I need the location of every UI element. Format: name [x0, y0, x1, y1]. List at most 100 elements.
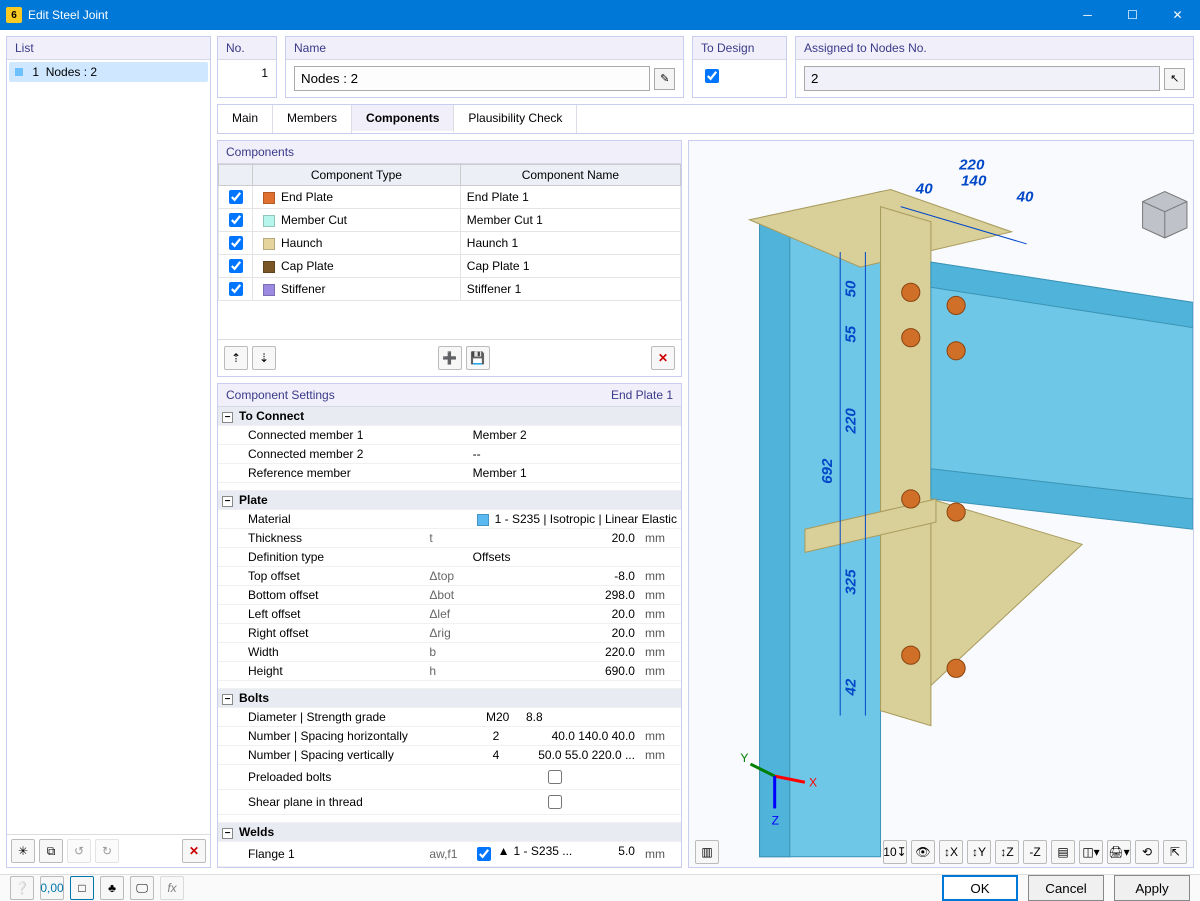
- component-enable-checkbox[interactable]: [229, 282, 243, 296]
- shear-checkbox[interactable]: [548, 795, 562, 809]
- undo-button[interactable]: ↺: [67, 839, 91, 863]
- thk-value[interactable]: 20.0: [469, 529, 641, 548]
- settings-current: End Plate 1: [611, 388, 673, 402]
- minimize-button[interactable]: ─: [1065, 0, 1110, 30]
- delete-item-button[interactable]: ✕: [182, 839, 206, 863]
- lef-unit: mm: [641, 605, 681, 624]
- move-up-button[interactable]: ⇡: [224, 346, 248, 370]
- preloaded-checkbox[interactable]: [548, 770, 562, 784]
- nv-unit: mm: [641, 746, 681, 765]
- weld-on-checkbox[interactable]: [477, 847, 491, 861]
- new-item-button[interactable]: ✳: [11, 839, 35, 863]
- table-row[interactable]: Member Cut Member Cut 1: [219, 209, 681, 232]
- axis-y-button[interactable]: ↕Y: [967, 840, 991, 864]
- component-enable-checkbox[interactable]: [229, 259, 243, 273]
- ref-value[interactable]: Member 1: [469, 464, 681, 483]
- nh-v1[interactable]: 2: [473, 729, 500, 743]
- bot-value[interactable]: 298.0: [469, 586, 641, 605]
- top-value[interactable]: -8.0: [469, 567, 641, 586]
- delete-component-button[interactable]: ✕: [651, 346, 675, 370]
- component-enable-checkbox[interactable]: [229, 236, 243, 250]
- list-item-swatch: [15, 68, 23, 76]
- component-name: Stiffener 1: [460, 278, 680, 301]
- render-mode-button[interactable]: ◫▾: [1079, 840, 1103, 864]
- dia-v2[interactable]: 8.8: [526, 710, 543, 724]
- window-title: Edit Steel Joint: [28, 8, 108, 22]
- cm1-label: Connected member 1: [218, 426, 425, 445]
- tab-plausibility[interactable]: Plausibility Check: [454, 105, 577, 133]
- mat-value[interactable]: 1 - S235 | Isotropic | Linear Elastic: [495, 512, 677, 526]
- units-button[interactable]: 0,00: [40, 876, 64, 900]
- add-component-button[interactable]: ➕: [438, 346, 462, 370]
- component-type: Haunch: [281, 236, 322, 250]
- help-button[interactable]: ❔: [10, 876, 34, 900]
- table-row[interactable]: End Plate End Plate 1: [219, 186, 681, 209]
- axis-x-button[interactable]: ↕X: [939, 840, 963, 864]
- close-button[interactable]: ✕: [1155, 0, 1200, 30]
- axis-neg-z-button[interactable]: -Z: [1023, 840, 1047, 864]
- pick-node-button[interactable]: ↖: [1164, 68, 1185, 90]
- redo-button[interactable]: ↻: [95, 839, 119, 863]
- tab-bar: Main Members Components Plausibility Che…: [217, 104, 1194, 134]
- popout-view-button[interactable]: ⇱: [1163, 840, 1187, 864]
- library-button[interactable]: 💾: [466, 346, 490, 370]
- move-down-button[interactable]: ⇣: [252, 346, 276, 370]
- group-welds: Welds: [239, 825, 274, 839]
- expander-icon[interactable]: −: [222, 694, 233, 705]
- todesign-box: To Design: [692, 36, 787, 98]
- def-value[interactable]: Offsets: [469, 548, 681, 567]
- nav-cube[interactable]: [1143, 192, 1187, 238]
- dia-v1[interactable]: M20: [473, 710, 523, 724]
- transparency-button[interactable]: ▥: [695, 840, 719, 864]
- copy-item-button[interactable]: ⧉: [39, 839, 63, 863]
- todesign-checkbox[interactable]: [705, 69, 719, 83]
- show-view-button[interactable]: 👁: [911, 840, 935, 864]
- lef-value[interactable]: 20.0: [469, 605, 641, 624]
- axis-z-button[interactable]: ↕Z: [995, 840, 1019, 864]
- screen-button[interactable]: 🖵: [130, 876, 154, 900]
- expander-icon[interactable]: −: [222, 412, 233, 423]
- tree-button[interactable]: ♣: [100, 876, 124, 900]
- component-enable-checkbox[interactable]: [229, 190, 243, 204]
- tab-main[interactable]: Main: [218, 105, 273, 133]
- apply-button[interactable]: Apply: [1114, 875, 1190, 901]
- reset-view-button[interactable]: ⟲: [1135, 840, 1159, 864]
- wid-sym: b: [425, 643, 468, 662]
- fl1-value[interactable]: 5.0: [618, 844, 635, 858]
- display-options-button[interactable]: □: [70, 876, 94, 900]
- expander-icon[interactable]: −: [222, 496, 233, 507]
- hei-value[interactable]: 690.0: [469, 662, 641, 681]
- iso-button[interactable]: ▤: [1051, 840, 1075, 864]
- nh-v2[interactable]: 40.0 140.0 40.0: [552, 729, 635, 743]
- table-row[interactable]: Stiffener Stiffener 1: [219, 278, 681, 301]
- 3d-viewport[interactable]: 40 140 40 220 50 55 220 692 325 42: [688, 140, 1194, 868]
- ok-button[interactable]: OK: [942, 875, 1018, 901]
- col-type[interactable]: Component Type: [253, 165, 461, 186]
- lef-sym: Δlef: [425, 605, 468, 624]
- component-enable-checkbox[interactable]: [229, 213, 243, 227]
- table-row[interactable]: Cap Plate Cap Plate 1: [219, 255, 681, 278]
- wid-value[interactable]: 220.0: [469, 643, 641, 662]
- fx-button[interactable]: fx: [160, 876, 184, 900]
- rig-value[interactable]: 20.0: [469, 624, 641, 643]
- col-name[interactable]: Component Name: [460, 165, 680, 186]
- assigned-input[interactable]: [804, 66, 1160, 91]
- edit-name-button[interactable]: ✎: [654, 68, 675, 90]
- cm2-value[interactable]: --: [469, 445, 681, 464]
- tab-components[interactable]: Components: [352, 105, 454, 133]
- table-row[interactable]: Haunch Haunch 1: [219, 232, 681, 255]
- nv-v1[interactable]: 4: [473, 748, 500, 762]
- dim-toggle-button[interactable]: 10↧: [883, 840, 907, 864]
- print-view-button[interactable]: 🖨▾: [1107, 840, 1131, 864]
- name-input[interactable]: [294, 66, 650, 91]
- fl1-mat[interactable]: 1 - S235 ...: [514, 844, 573, 858]
- hei-unit: mm: [641, 662, 681, 681]
- tab-members[interactable]: Members: [273, 105, 352, 133]
- list-item[interactable]: 1 Nodes : 2: [9, 62, 208, 82]
- nv-v2[interactable]: 50.0 55.0 220.0 ...: [538, 748, 635, 762]
- cm1-value[interactable]: Member 2: [469, 426, 681, 445]
- expander-icon[interactable]: −: [222, 828, 233, 839]
- group-plate: Plate: [239, 493, 268, 507]
- maximize-button[interactable]: ☐: [1110, 0, 1155, 30]
- cancel-button[interactable]: Cancel: [1028, 875, 1104, 901]
